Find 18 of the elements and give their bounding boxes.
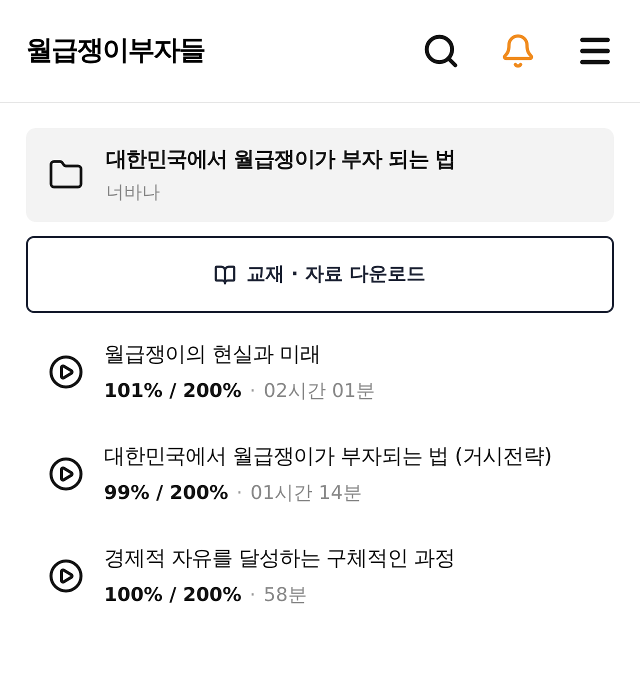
lesson-duration: 02시간 01분 bbox=[264, 378, 376, 404]
play-icon[interactable] bbox=[48, 456, 84, 492]
lesson-title[interactable]: 월급쟁이의 현실과 미래 bbox=[104, 339, 376, 370]
app-title: 월급쟁이부자들 bbox=[26, 34, 204, 68]
search-button[interactable] bbox=[422, 32, 460, 70]
separator-dot: · bbox=[250, 582, 256, 608]
lesson-duration: 58분 bbox=[264, 582, 307, 608]
download-button[interactable]: 교재 · 자료 다운로드 bbox=[26, 236, 614, 313]
course-author: 너바나 bbox=[106, 181, 161, 206]
play-icon[interactable] bbox=[48, 558, 84, 594]
lesson-duration: 01시간 14분 bbox=[250, 480, 362, 506]
separator-dot: · bbox=[250, 378, 256, 404]
lesson-title[interactable]: 경제적 자유를 달성하는 구체적인 과정 bbox=[104, 543, 455, 574]
lesson-title[interactable]: 대한민국에서 월급쟁이가 부자되는 법 (거시전략) bbox=[104, 441, 552, 472]
book-icon bbox=[214, 264, 236, 286]
separator-dot: · bbox=[236, 480, 242, 506]
play-icon[interactable] bbox=[48, 354, 84, 390]
course-title: 대한민국에서 월급쟁이가 부자 되는 법 bbox=[106, 146, 456, 173]
